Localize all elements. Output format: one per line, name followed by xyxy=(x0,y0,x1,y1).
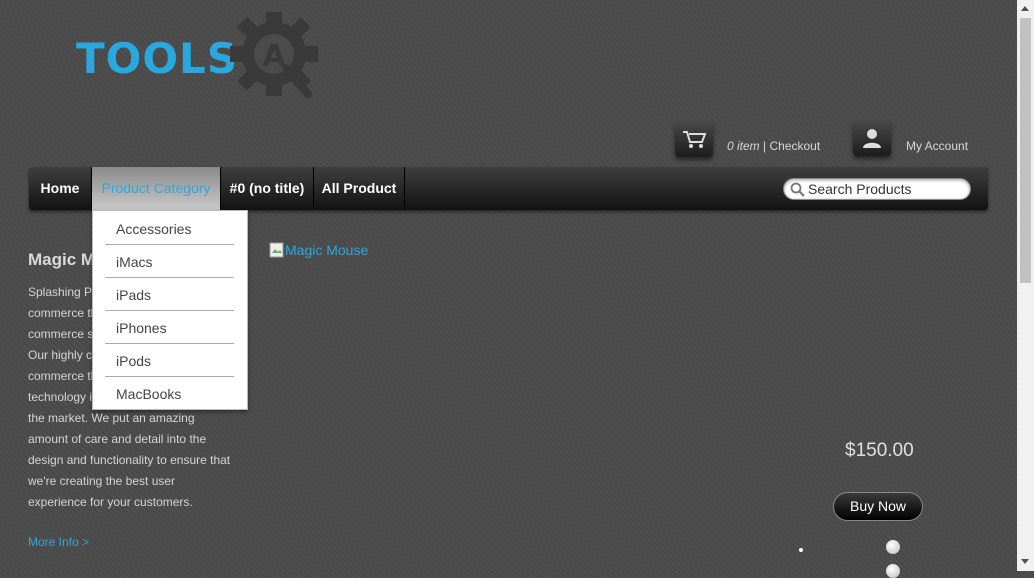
account-button[interactable] xyxy=(853,120,891,156)
cart-count: 0 item xyxy=(727,139,760,153)
scroll-down-arrow-icon[interactable] xyxy=(1021,559,1029,564)
cart-icon xyxy=(683,131,707,148)
dropdown-item-ipads[interactable]: iPads xyxy=(105,278,234,311)
desc-line: the market. We put an amazing xyxy=(28,411,195,425)
slider-dot-small[interactable] xyxy=(799,548,803,552)
slider-dot[interactable] xyxy=(886,564,900,578)
product-price: $150.00 xyxy=(845,440,914,461)
checkout-link[interactable]: Checkout xyxy=(769,139,820,153)
cart-button[interactable] xyxy=(675,121,713,157)
scrollbar[interactable] xyxy=(1017,0,1034,571)
main-nav: Home Product Category #0 (no title) All … xyxy=(29,167,988,210)
desc-line: we're creating the best user xyxy=(28,474,176,488)
product-image-alt: Magic Mouse xyxy=(285,242,369,258)
desc-line: design and functionality to ensure that xyxy=(28,453,231,467)
dropdown-item-ipods[interactable]: iPods xyxy=(105,344,234,377)
logo-text: TOOLS xyxy=(76,34,239,83)
dropdown-item-macbooks[interactable]: MacBooks xyxy=(105,377,234,410)
broken-image-icon xyxy=(269,242,284,258)
my-account-link[interactable]: My Account xyxy=(906,139,968,153)
slider-dot[interactable] xyxy=(886,540,900,554)
dropdown-item-imacs[interactable]: iMacs xyxy=(105,245,234,278)
dropdown-item-iphones[interactable]: iPhones xyxy=(105,311,234,344)
desc-line: experience for your customers. xyxy=(28,495,193,509)
nav-item-all-product[interactable]: All Product xyxy=(314,167,405,210)
search-box xyxy=(783,178,971,200)
nav-item-home[interactable]: Home xyxy=(29,167,92,210)
dropdown-item-accessories[interactable]: Accessories xyxy=(105,212,234,245)
more-info-link[interactable]: More Info > xyxy=(28,535,89,549)
nav-item-no-title[interactable]: #0 (no title) xyxy=(221,167,314,210)
product-category-dropdown: Accessories iMacs iPads iPhones iPods Ma… xyxy=(92,210,248,410)
search-input[interactable] xyxy=(808,179,958,199)
product-title[interactable]: Magic M xyxy=(28,250,95,270)
site-logo[interactable]: TOOLS A xyxy=(76,10,326,102)
user-icon xyxy=(863,129,881,148)
desc-line: amount of care and detail into the xyxy=(28,432,207,446)
gear-icon: A xyxy=(230,12,318,98)
search-icon xyxy=(790,182,805,197)
cart-summary: 0 item | Checkout xyxy=(727,139,820,153)
scroll-up-arrow-icon[interactable] xyxy=(1021,6,1029,11)
cart-separator: | xyxy=(759,139,770,153)
buy-now-button[interactable]: Buy Now xyxy=(833,492,923,521)
nav-item-product-category[interactable]: Product Category xyxy=(92,167,221,210)
product-image[interactable]: Magic Mouse xyxy=(269,242,368,258)
scrollbar-thumb[interactable] xyxy=(1020,18,1031,283)
